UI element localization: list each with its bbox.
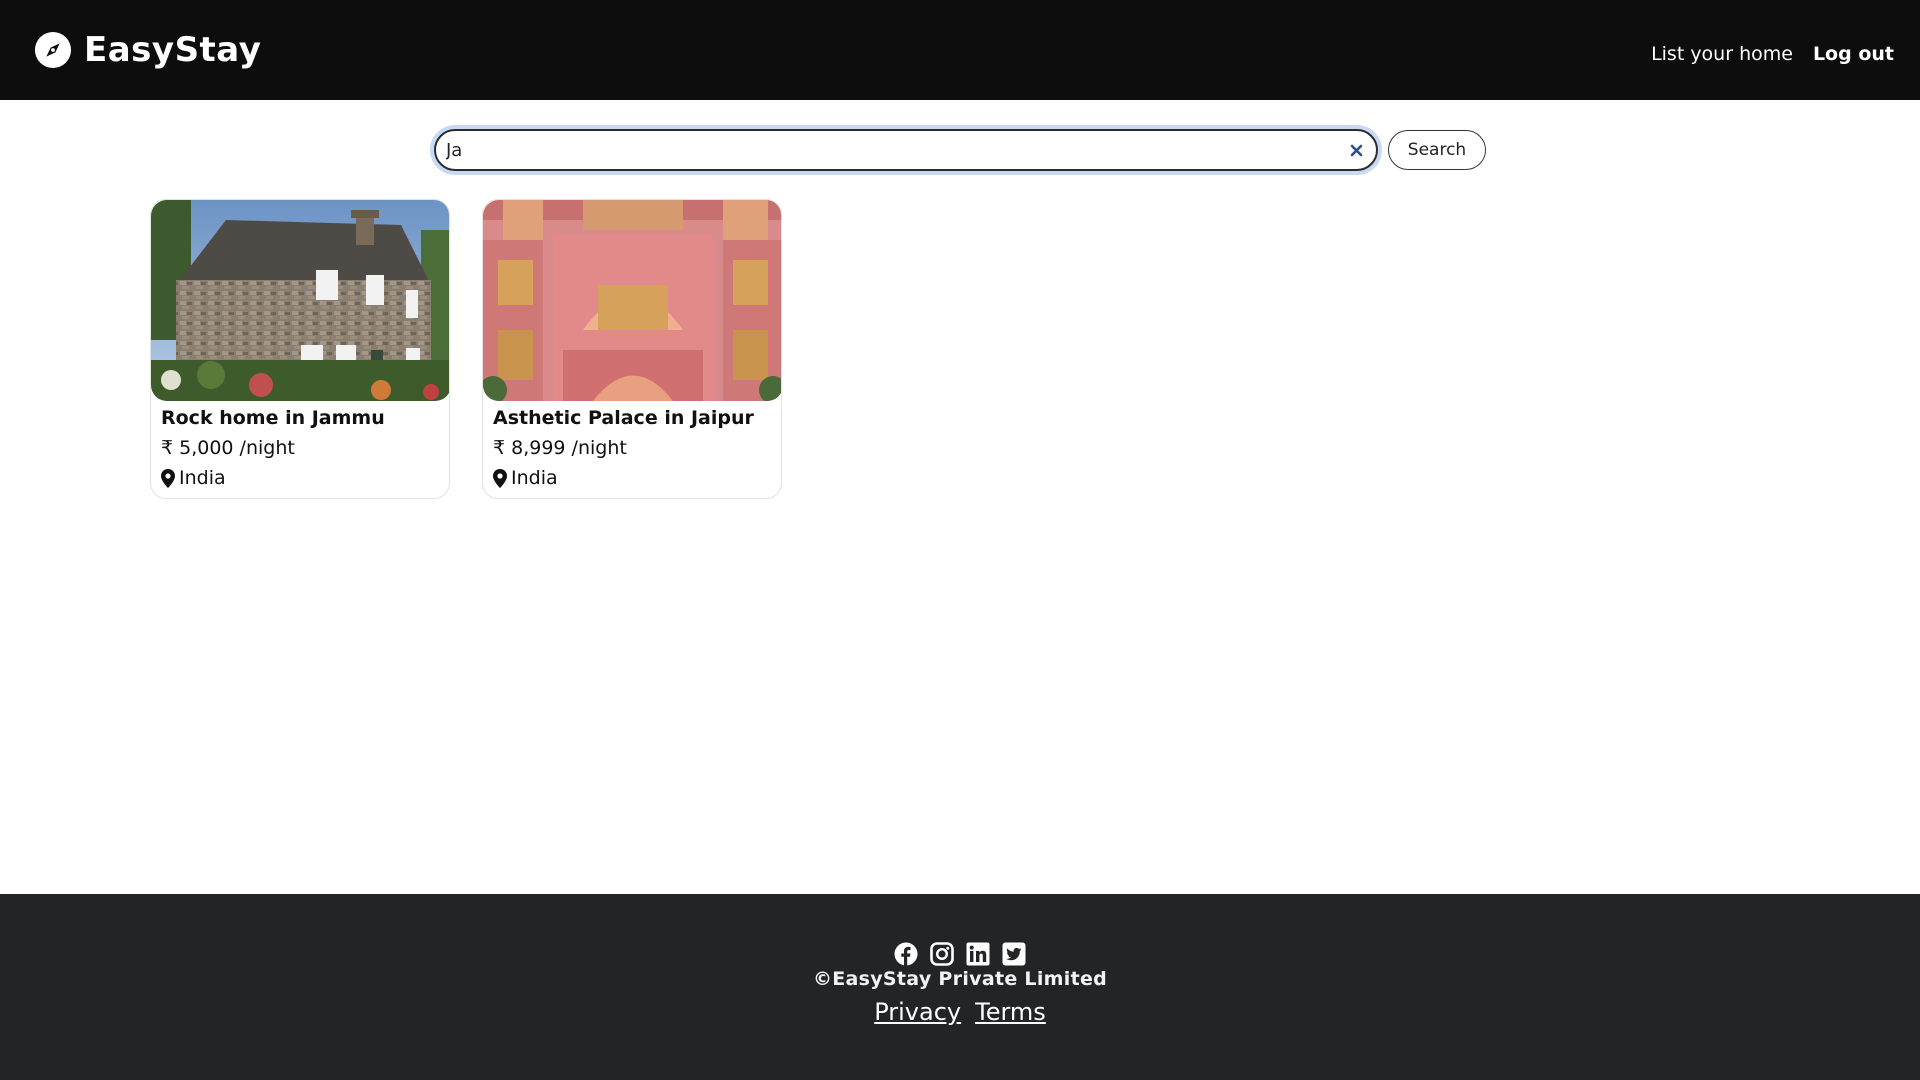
search-box bbox=[434, 129, 1378, 171]
privacy-link[interactable]: Privacy bbox=[874, 998, 961, 1026]
close-icon[interactable] bbox=[1346, 140, 1366, 160]
brand-link[interactable]: EasyStay bbox=[34, 30, 261, 70]
listing-location: India bbox=[161, 463, 439, 493]
copyright-text: ©EasyStay Private Limited bbox=[812, 968, 1108, 990]
listing-location-text: India bbox=[179, 467, 226, 489]
twitter-icon[interactable] bbox=[1002, 942, 1026, 966]
listing-location-text: India bbox=[511, 467, 558, 489]
footer: ©EasyStay Private Limited Privacy Terms bbox=[0, 894, 1920, 1080]
search-button[interactable]: Search bbox=[1388, 130, 1486, 170]
listing-price: ₹ 5,000 /night bbox=[161, 437, 295, 459]
listings-grid: Rock home in Jammu ₹ 5,000 /night India bbox=[150, 199, 782, 499]
footer-links: Privacy Terms bbox=[0, 998, 1920, 1026]
listing-title: Asthetic Palace in Jaipur bbox=[493, 407, 754, 429]
linkedin-icon[interactable] bbox=[966, 942, 990, 966]
brand-name: EasyStay bbox=[84, 30, 262, 70]
navbar: EasyStay List your home Log out bbox=[0, 0, 1920, 100]
location-pin-icon bbox=[493, 468, 507, 488]
listing-info: Asthetic Palace in Jaipur ₹ 8,999 /night… bbox=[483, 401, 781, 493]
log-out-link[interactable]: Log out bbox=[1813, 43, 1894, 65]
social-links bbox=[0, 942, 1920, 966]
listing-card[interactable]: Rock home in Jammu ₹ 5,000 /night India bbox=[150, 199, 450, 499]
location-pin-icon bbox=[161, 468, 175, 488]
pink-palace-photo bbox=[483, 200, 781, 401]
nav-links: List your home Log out bbox=[1651, 43, 1894, 65]
compass-icon bbox=[34, 31, 72, 69]
listing-card[interactable]: Asthetic Palace in Jaipur ₹ 8,999 /night… bbox=[482, 199, 782, 499]
terms-link[interactable]: Terms bbox=[975, 998, 1046, 1026]
listing-info: Rock home in Jammu ₹ 5,000 /night India bbox=[151, 401, 449, 493]
facebook-icon[interactable] bbox=[894, 942, 918, 966]
stone-cottage-photo bbox=[151, 200, 449, 401]
instagram-icon[interactable] bbox=[930, 942, 954, 966]
search-input[interactable] bbox=[436, 132, 1316, 168]
list-your-home-link[interactable]: List your home bbox=[1651, 43, 1793, 65]
search-bar: Search bbox=[434, 129, 1486, 171]
listing-price: ₹ 8,999 /night bbox=[493, 437, 627, 459]
listing-title: Rock home in Jammu bbox=[161, 407, 385, 429]
listing-location: India bbox=[493, 463, 771, 493]
